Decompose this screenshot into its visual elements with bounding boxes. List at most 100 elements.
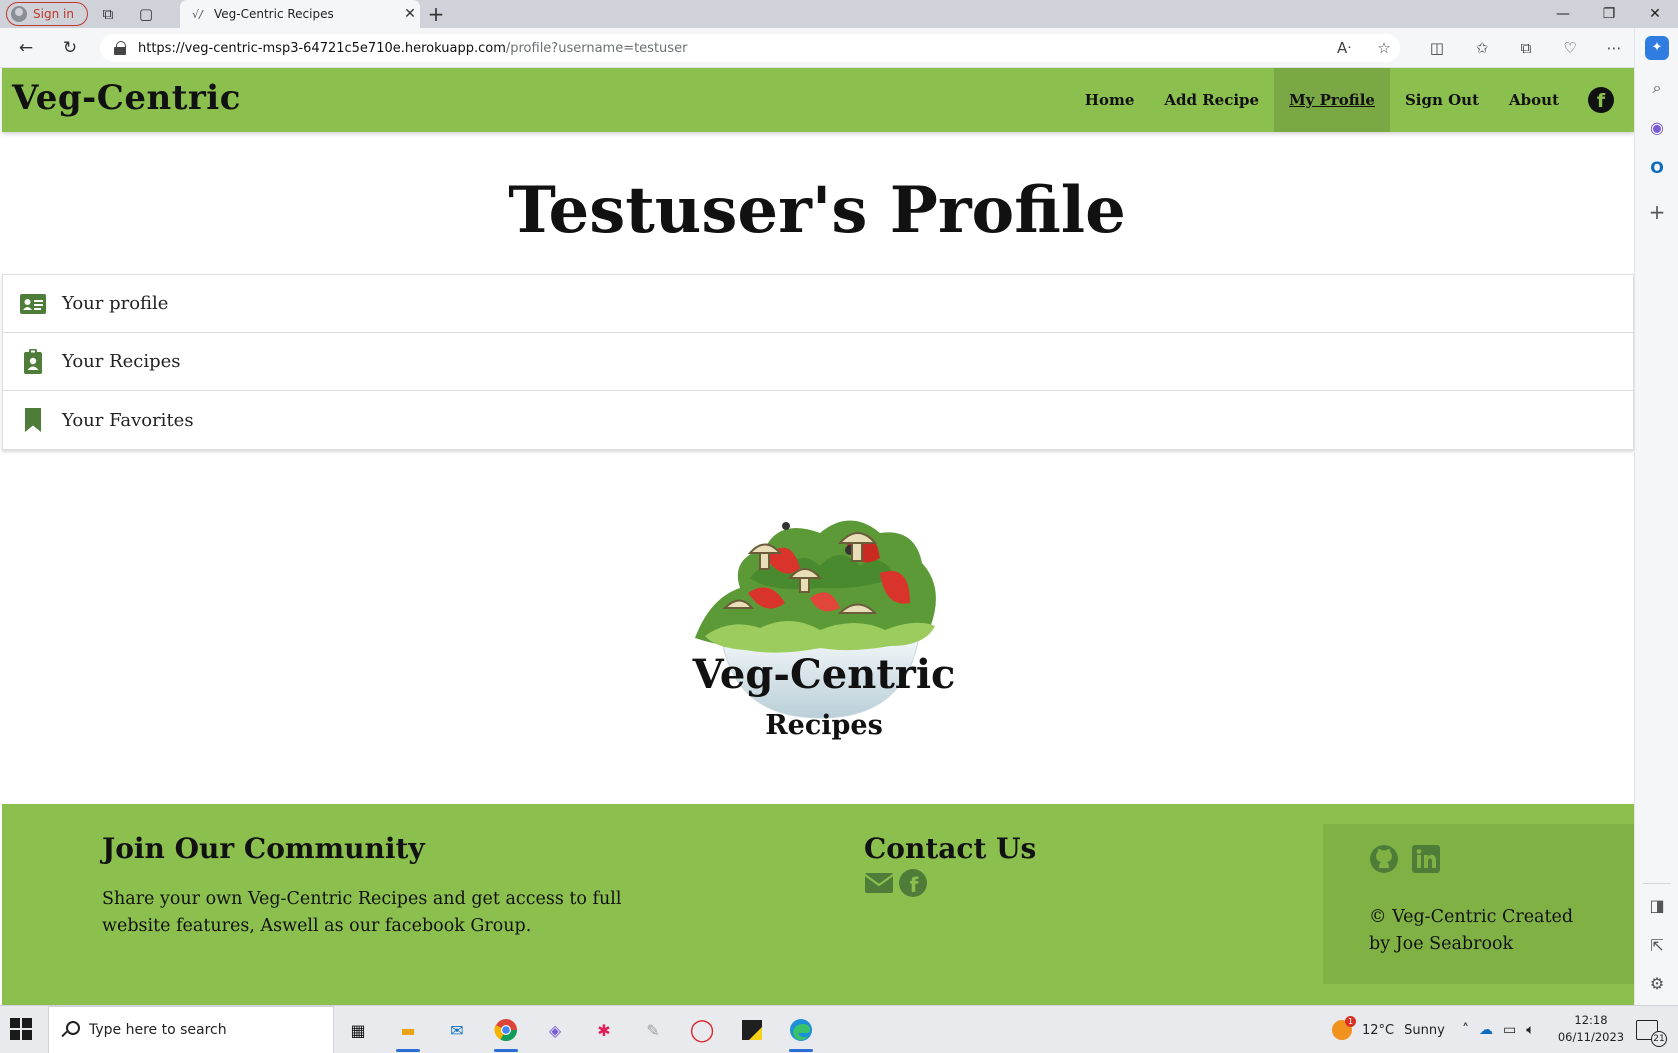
nav-menu: Home Add Recipe My Profile Sign Out Abou…: [1070, 68, 1634, 132]
tab-actions-icon[interactable]: ▢: [136, 4, 156, 24]
notification-icon: 21: [1636, 1020, 1667, 1047]
more-menu-icon[interactable]: ⋯: [1604, 38, 1624, 58]
logo-subtitle: Recipes: [765, 710, 883, 741]
sidebar-divider: [1643, 883, 1671, 884]
footer-copyright: © Veg-Centric Created by Joe Seabrook: [1369, 907, 1574, 954]
site-footer: Join Our Community Share your own Veg-Ce…: [2, 804, 1634, 1005]
split-screen-icon[interactable]: ◫: [1427, 38, 1447, 58]
favorite-star-icon[interactable]: ☆: [1374, 38, 1394, 58]
copilot-app-icon[interactable]: ◈: [539, 1014, 571, 1046]
weather-sun-icon: 1: [1332, 1016, 1356, 1040]
bookmark-icon: [25, 408, 41, 432]
nav-home-link[interactable]: Home: [1070, 68, 1150, 132]
mail-icon[interactable]: ✉: [441, 1014, 473, 1046]
notification-count: 21: [1651, 1031, 1667, 1047]
collapsible-label: Your Recipes: [62, 351, 181, 372]
hide-sidebar-icon[interactable]: ◨: [1645, 894, 1669, 918]
network-icon[interactable]: ▭: [1503, 1022, 1516, 1038]
weather-badge: 1: [1345, 1016, 1356, 1027]
collapsible-header-your-favorites[interactable]: Your Favorites: [3, 391, 1633, 449]
collapsible-label: Your profile: [62, 293, 169, 314]
footer-facebook-icon[interactable]: f: [898, 868, 928, 898]
contact-icons: f: [864, 868, 928, 898]
url-host: https://veg-centric-msp3-64721c5e710e.he…: [138, 40, 506, 56]
clipboard-user-icon: [24, 348, 42, 374]
chrome-icon[interactable]: [490, 1014, 522, 1052]
sticky-notes-icon[interactable]: [736, 1014, 768, 1046]
slack-icon[interactable]: ✱: [588, 1014, 620, 1046]
nav-sign-out-link[interactable]: Sign Out: [1390, 68, 1494, 132]
tray-chevron-icon[interactable]: ˄: [1462, 1022, 1469, 1038]
sidebar-app-icon[interactable]: ◉: [1645, 116, 1669, 140]
github-icon[interactable]: [1369, 844, 1399, 874]
signin-label: Sign in: [33, 7, 74, 21]
task-view-icon[interactable]: ▦: [342, 1014, 374, 1046]
collections-icon[interactable]: ⧉: [1516, 38, 1536, 58]
new-tab-button[interactable]: +: [426, 4, 446, 24]
collapsible-label: Your Favorites: [62, 409, 194, 431]
linkedin-icon[interactable]: [1411, 844, 1441, 874]
footer-join-text: Share your own Veg-Centric Recipes and g…: [102, 889, 622, 936]
envelope-icon[interactable]: [864, 868, 894, 898]
weather-text: Sunny: [1404, 1022, 1445, 1038]
tab-veg-centric[interactable]: √∕ Veg-Centric Recipes ✕: [180, 0, 420, 28]
collapsible-header-your-profile[interactable]: Your profile: [3, 275, 1633, 333]
volume-icon[interactable]: 🔈︎: [1526, 1022, 1534, 1038]
external-link-icon[interactable]: ⇱: [1645, 934, 1669, 958]
file-explorer-icon[interactable]: ▬: [392, 1014, 424, 1052]
sidebar-settings-icon[interactable]: ⚙: [1645, 972, 1669, 996]
lock-icon: [114, 41, 128, 55]
clock-date: 06/11/2023: [1557, 1030, 1625, 1044]
facebook-icon: f: [1588, 87, 1614, 113]
refresh-icon[interactable]: ↻: [60, 38, 80, 58]
browser-signin-button[interactable]: Sign in: [6, 2, 88, 26]
outlook-icon[interactable]: O: [1645, 156, 1669, 180]
footer-contact-heading: Contact Us: [864, 832, 1037, 865]
profile-avatar-icon: [11, 6, 27, 22]
weather-widget[interactable]: 1 12°C Sunny: [1332, 1006, 1445, 1053]
add-sidebar-app-icon[interactable]: +: [1645, 200, 1669, 224]
tab-close-icon[interactable]: ✕: [400, 6, 420, 22]
page-viewport: Veg-Centric Home Add Recipe My Profile S…: [0, 68, 1634, 1005]
notification-center[interactable]: 21: [1636, 1006, 1667, 1053]
footer-join-heading: Join Our Community: [102, 832, 425, 865]
windows-taskbar: Type here to search ▦ ▬ ✉ ◈ ✱ ✎ ◯ 1 12°C…: [0, 1005, 1678, 1053]
minimize-button[interactable]: —: [1540, 0, 1586, 28]
nav-my-profile-link[interactable]: My Profile: [1274, 68, 1390, 132]
logo-title: Veg-Centric: [692, 651, 956, 698]
svg-text:f: f: [910, 873, 919, 897]
workspaces-icon[interactable]: ⧉: [98, 4, 118, 24]
taskbar-search-box[interactable]: Type here to search: [48, 1006, 334, 1053]
system-tray: ˄ ☁ ▭ 🔈︎: [1462, 1006, 1535, 1053]
profile-collapsible: Your profile Your Recipes Your Favorites: [2, 274, 1634, 450]
favorites-list-icon[interactable]: ✩: [1472, 38, 1492, 58]
site-brand-logo[interactable]: Veg-Centric: [12, 78, 241, 118]
search-icon: [61, 1021, 80, 1039]
browser-essentials-icon[interactable]: ♡: [1560, 38, 1580, 58]
browser-toolbar: ← ↻ https://veg-centric-msp3-64721c5e710…: [0, 28, 1678, 68]
edge-sidebar: ✦ ⌕ ◉ O + ◨ ⇱ ⚙: [1634, 28, 1678, 1005]
footer-credits-box: © Veg-Centric Created by Joe Seabrook: [1323, 824, 1634, 984]
read-aloud-icon[interactable]: Aᐧ: [1334, 38, 1354, 58]
address-bar[interactable]: https://veg-centric-msp3-64721c5e710e.he…: [100, 34, 1400, 62]
clock-time: 12:18: [1574, 1013, 1608, 1027]
sidebar-search-icon[interactable]: ⌕: [1645, 76, 1669, 100]
copilot-icon[interactable]: ✦: [1645, 36, 1669, 60]
site-favicon-icon: √∕: [192, 7, 203, 21]
onedrive-icon[interactable]: ☁: [1479, 1022, 1493, 1038]
url-path: /profile?username=testuser: [505, 40, 688, 56]
nav-facebook-link[interactable]: f: [1574, 68, 1634, 132]
opera-icon[interactable]: ◯: [686, 1014, 718, 1046]
back-arrow-icon[interactable]: ←: [16, 38, 36, 58]
edge-icon[interactable]: [785, 1014, 817, 1052]
app-icon[interactable]: ✎: [637, 1014, 669, 1046]
weather-temp: 12°C: [1362, 1022, 1395, 1038]
site-navbar: Veg-Centric Home Add Recipe My Profile S…: [2, 68, 1634, 132]
nav-about-link[interactable]: About: [1494, 68, 1574, 132]
windows-start-icon[interactable]: [10, 1018, 32, 1040]
nav-add-recipe-link[interactable]: Add Recipe: [1149, 68, 1274, 132]
collapsible-header-your-recipes[interactable]: Your Recipes: [3, 333, 1633, 391]
taskbar-clock[interactable]: 12:18 06/11/2023: [1556, 1012, 1626, 1046]
window-close-button[interactable]: ✕: [1632, 0, 1678, 28]
restore-button[interactable]: ❐: [1586, 0, 1632, 28]
